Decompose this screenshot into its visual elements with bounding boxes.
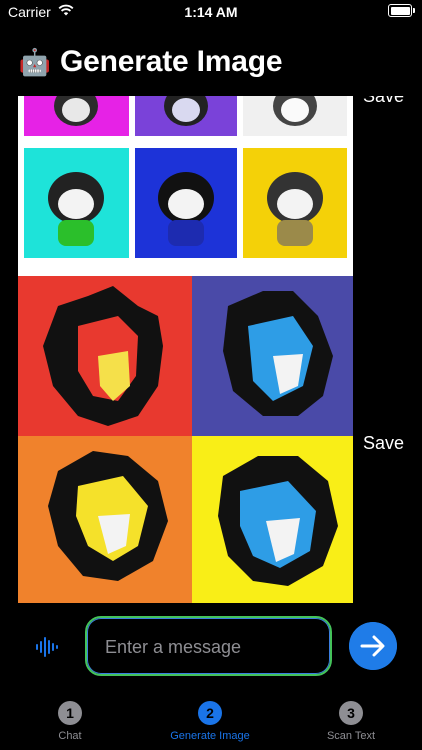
tab-label: Scan Text xyxy=(326,730,376,742)
save-button[interactable]: Save xyxy=(363,433,404,454)
status-bar: Carrier 1:14 AM xyxy=(0,0,422,24)
tab-scan-text[interactable]: 3 Scan Text xyxy=(291,701,411,742)
page-title: Generate Image xyxy=(60,45,283,78)
tab-label: Chat xyxy=(58,730,82,742)
page-header: 🤖 Generate Image xyxy=(18,40,283,84)
send-button[interactable] xyxy=(349,622,397,670)
message-field[interactable] xyxy=(85,616,332,676)
tab-chat[interactable]: 1 Chat xyxy=(10,701,130,742)
generated-image-lions xyxy=(18,276,353,603)
voice-input-icon[interactable] xyxy=(34,636,60,658)
tab-label: Generate Image xyxy=(170,730,250,742)
tab-bar: 1 Chat 2 Generate Image 3 Scan Text xyxy=(0,693,422,750)
robot-icon: 🤖 xyxy=(18,46,52,77)
image-list[interactable]: Save Save xyxy=(0,96,422,604)
tab-number-icon: 1 xyxy=(58,701,82,725)
tab-generate-image[interactable]: 2 Generate Image xyxy=(150,701,270,742)
status-time: 1:14 AM xyxy=(184,4,238,20)
message-input[interactable] xyxy=(103,618,317,676)
tab-number-icon: 3 xyxy=(339,701,363,725)
save-button[interactable]: Save xyxy=(363,96,404,107)
tab-number-icon: 2 xyxy=(198,701,222,725)
battery-icon xyxy=(388,4,415,17)
